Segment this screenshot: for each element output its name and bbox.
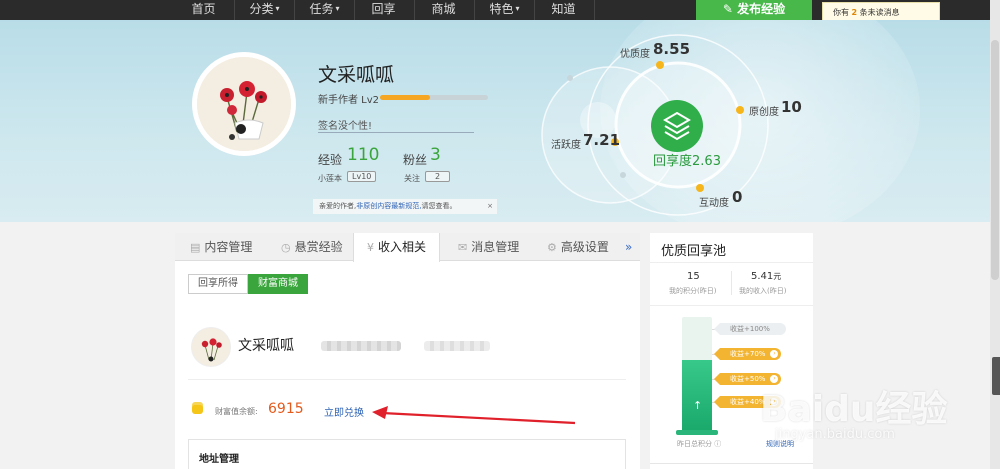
wallet-user-row: 文采呱呱 [188, 325, 626, 380]
scrollbar-thumb[interactable] [991, 40, 999, 280]
wallet-username: 文采呱呱 [238, 338, 294, 354]
balance-label: 财富值余额: [215, 407, 258, 416]
publish-experience-button[interactable]: ✎ 发布经验 [696, 0, 812, 20]
interaction-label: 互动度 [699, 198, 729, 209]
subtab-share-earnings[interactable]: 回享所得 [188, 274, 248, 294]
yesterday-total-points[interactable]: 昨日总积分 ⓘ [677, 439, 721, 449]
arrow-up-icon: ↑ [693, 398, 703, 412]
pool-title: 优质回享池 [661, 244, 727, 259]
divider [731, 271, 732, 295]
profile-username: 文采呱呱 [318, 64, 395, 86]
exp-value[interactable]: 110 [347, 145, 379, 165]
nav-share[interactable]: 回享 [355, 0, 415, 20]
income-value: 5.41元 [751, 271, 782, 282]
activity-value: 7.21 [583, 131, 621, 149]
main-nav: 首页 分类 ▾ 任务 ▾ 回享 商城 特色 ▾ 知道 [175, 0, 595, 20]
rank-label: 小莲本 [318, 174, 342, 183]
address-title: 地址管理 [199, 454, 239, 465]
rank-badge: Lv10 [347, 171, 377, 182]
tab-advanced-settings[interactable]: ⚙ 高级设置 [547, 233, 609, 261]
tab-bar: ▤ 内容管理 ◷ 悬赏经验 ¥ 收入相关 ✉ 消息管理 ⚙ 高级设置 » [175, 233, 640, 262]
chevron-down-icon: ▾ [515, 4, 520, 13]
baidu-watermark-url: jingyan.baidu.com [775, 427, 895, 442]
quality-label: 优质度 [620, 49, 650, 60]
tab-income[interactable]: ¥ 收入相关 [353, 233, 441, 262]
gear-icon: ⚙ [547, 241, 557, 254]
nav-feature[interactable]: 特色 ▾ [475, 0, 535, 20]
originality-value: 10 [781, 98, 802, 116]
mail-icon: ✉ [458, 241, 468, 254]
annotation-arrow [372, 406, 576, 425]
nav-category[interactable]: 分类 ▾ [235, 0, 295, 20]
chevron-down-icon: ▾ [275, 4, 280, 13]
tab-more-button[interactable]: » [625, 233, 632, 261]
close-icon[interactable]: × [487, 199, 493, 214]
chevron-right-icon: › [770, 350, 779, 358]
level-progress-fill [380, 95, 430, 100]
fans-value[interactable]: 3 [430, 145, 441, 165]
tab-content-management[interactable]: ▤ 内容管理 [190, 233, 252, 261]
tube-base [676, 430, 718, 435]
money-icon: ¥ [367, 241, 374, 254]
author-notice: 亲爱的作者,非原创内容最新规范,请您查看。 × [313, 199, 497, 214]
side-feedback-widget[interactable] [992, 357, 1000, 395]
nav-home[interactable]: 首页 [175, 0, 235, 20]
originality-label: 原创度 [749, 107, 779, 118]
avatar [191, 327, 231, 367]
share-score: 回享度2.63 [653, 154, 721, 169]
subtab-wealth-mall[interactable]: 财富商城 [248, 274, 308, 294]
pencil-icon: ✎ [722, 2, 738, 16]
exp-label: 经验 [318, 153, 343, 167]
coin-icon [192, 405, 203, 414]
fans-label: 粉丝 [403, 153, 428, 167]
follow-count[interactable]: 2 [425, 171, 451, 182]
bonus-tier-100[interactable]: 收益+100% [714, 323, 786, 335]
profile-avatar[interactable] [192, 52, 296, 156]
profile-banner [0, 20, 990, 222]
clock-icon: ◷ [281, 241, 291, 254]
points-label: 我的积分(昨日) [669, 287, 717, 295]
notice-link[interactable]: 非原创内容最新规范, [356, 202, 421, 210]
redeem-now-link[interactable]: 立即兑换 [324, 404, 364, 419]
layers-icon [663, 111, 691, 141]
quality-value: 8.55 [653, 40, 691, 58]
author-level: 新手作者 Lv2 [318, 95, 380, 106]
avatar-image [197, 57, 291, 151]
signature-field[interactable]: 签名没个性! [318, 117, 474, 133]
nav-task[interactable]: 任务 ▾ [295, 0, 355, 20]
page-scrollbar[interactable] [990, 0, 1000, 469]
bonus-tier-70[interactable]: 收益+70% › [713, 348, 782, 360]
pool-level-tube: ↑ [682, 317, 712, 432]
tab-message-management[interactable]: ✉ 消息管理 [458, 233, 519, 261]
divider [650, 305, 813, 306]
baidu-watermark: Baidu经验 [760, 389, 948, 430]
document-icon: ▤ [190, 241, 201, 254]
income-label: 我的收入(昨日) [739, 287, 787, 295]
next-panel-edge [650, 463, 813, 469]
interaction-value: 0 [732, 188, 743, 206]
share-score-button[interactable] [651, 100, 703, 152]
tab-bounty-experience[interactable]: ◷ 悬赏经验 [281, 233, 343, 261]
pool-level-fill: ↑ [682, 359, 712, 432]
blurred-info [424, 341, 490, 351]
chevron-down-icon: ▾ [335, 4, 340, 13]
address-management-section: 地址管理 [188, 439, 626, 469]
activity-label: 活跃度 [551, 140, 581, 151]
points-value: 15 [687, 271, 700, 282]
subtab-group: 回享所得 财富商城 [188, 274, 308, 294]
nav-mall[interactable]: 商城 [415, 0, 475, 20]
divider [650, 262, 813, 263]
follow-label: 关注 [404, 174, 420, 183]
nav-zhidao[interactable]: 知道 [535, 0, 595, 20]
balance-value: 6915 [268, 401, 304, 417]
level-progress-bar [380, 95, 488, 100]
main-panel: ▤ 内容管理 ◷ 悬赏经验 ¥ 收入相关 ✉ 消息管理 ⚙ 高级设置 » 回享所得 财富商… [175, 233, 640, 469]
blurred-info [321, 341, 401, 351]
